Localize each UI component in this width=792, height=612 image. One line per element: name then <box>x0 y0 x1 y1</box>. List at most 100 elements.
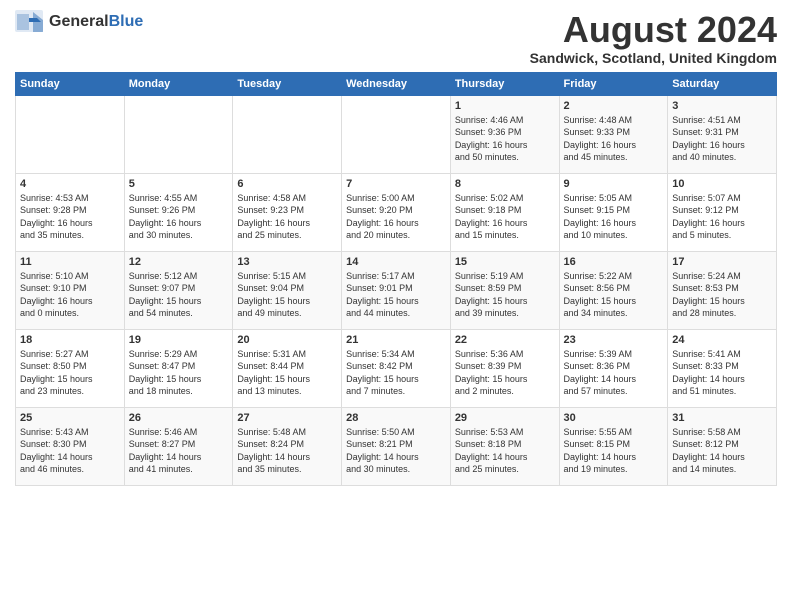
day-info: Sunrise: 5:46 AMSunset: 8:27 PMDaylight:… <box>129 426 229 476</box>
title-block: August 2024 Sandwick, Scotland, United K… <box>530 10 777 66</box>
day-number: 13 <box>237 256 337 268</box>
calendar-cell: 11 Sunrise: 5:10 AMSunset: 9:10 PMDayligh… <box>16 251 125 329</box>
month-title: August 2024 <box>530 10 777 50</box>
day-info: Sunrise: 4:46 AMSunset: 9:36 PMDaylight:… <box>455 114 555 164</box>
day-number: 31 <box>672 412 772 424</box>
calendar-cell: 1 Sunrise: 4:46 AMSunset: 9:36 PMDaylight… <box>450 95 559 173</box>
day-number: 25 <box>20 412 120 424</box>
week-row-3: 18 Sunrise: 5:27 AMSunset: 8:50 PMDayligh… <box>16 329 777 407</box>
calendar-cell: 26 Sunrise: 5:46 AMSunset: 8:27 PMDayligh… <box>124 407 233 485</box>
day-info: Sunrise: 4:53 AMSunset: 9:28 PMDaylight:… <box>20 192 120 242</box>
day-info: Sunrise: 5:12 AMSunset: 9:07 PMDaylight:… <box>129 270 229 320</box>
day-number: 15 <box>455 256 555 268</box>
day-info: Sunrise: 5:34 AMSunset: 8:42 PMDaylight:… <box>346 348 446 398</box>
day-info: Sunrise: 5:55 AMSunset: 8:15 PMDaylight:… <box>564 426 664 476</box>
col-wednesday: Wednesday <box>342 72 451 95</box>
day-number: 4 <box>20 178 120 190</box>
col-friday: Friday <box>559 72 668 95</box>
day-number: 20 <box>237 334 337 346</box>
day-number: 27 <box>237 412 337 424</box>
day-number: 18 <box>20 334 120 346</box>
day-info: Sunrise: 5:00 AMSunset: 9:20 PMDaylight:… <box>346 192 446 242</box>
week-row-1: 4 Sunrise: 4:53 AMSunset: 9:28 PMDaylight… <box>16 173 777 251</box>
day-number: 1 <box>455 100 555 112</box>
calendar-cell: 27 Sunrise: 5:48 AMSunset: 8:24 PMDayligh… <box>233 407 342 485</box>
calendar-cell: 10 Sunrise: 5:07 AMSunset: 9:12 PMDayligh… <box>668 173 777 251</box>
calendar-cell: 3Sunrise: 4:51 AMSunset: 9:31 PMDaylight… <box>668 95 777 173</box>
week-row-2: 11 Sunrise: 5:10 AMSunset: 9:10 PMDayligh… <box>16 251 777 329</box>
col-saturday: Saturday <box>668 72 777 95</box>
calendar-cell <box>124 95 233 173</box>
calendar-cell: 28 Sunrise: 5:50 AMSunset: 8:21 PMDayligh… <box>342 407 451 485</box>
calendar-cell: 8 Sunrise: 5:02 AMSunset: 9:18 PMDaylight… <box>450 173 559 251</box>
day-number: 10 <box>672 178 772 190</box>
calendar-cell: 19 Sunrise: 5:29 AMSunset: 8:47 PMDayligh… <box>124 329 233 407</box>
day-number: 19 <box>129 334 229 346</box>
week-row-0: 1 Sunrise: 4:46 AMSunset: 9:36 PMDaylight… <box>16 95 777 173</box>
day-info: Sunrise: 4:58 AMSunset: 9:23 PMDaylight:… <box>237 192 337 242</box>
calendar-cell <box>342 95 451 173</box>
day-info: Sunrise: 5:19 AMSunset: 8:59 PMDaylight:… <box>455 270 555 320</box>
calendar-cell: 25 Sunrise: 5:43 AMSunset: 8:30 PMDayligh… <box>16 407 125 485</box>
day-info: Sunrise: 5:29 AMSunset: 8:47 PMDaylight:… <box>129 348 229 398</box>
logo-icon <box>15 10 45 34</box>
day-info: Sunrise: 5:24 AMSunset: 8:53 PMDaylight:… <box>672 270 772 320</box>
calendar-cell: 12 Sunrise: 5:12 AMSunset: 9:07 PMDayligh… <box>124 251 233 329</box>
logo: General Blue <box>15 10 143 34</box>
day-number: 23 <box>564 334 664 346</box>
day-info: Sunrise: 5:58 AMSunset: 8:12 PMDaylight:… <box>672 426 772 476</box>
calendar-cell: 23 Sunrise: 5:39 AMSunset: 8:36 PMDayligh… <box>559 329 668 407</box>
day-number: 5 <box>129 178 229 190</box>
day-number: 12 <box>129 256 229 268</box>
day-info: Sunrise: 5:10 AMSunset: 9:10 PMDaylight:… <box>20 270 120 320</box>
calendar-cell <box>233 95 342 173</box>
calendar-cell: 30Sunrise: 5:55 AMSunset: 8:15 PMDayligh… <box>559 407 668 485</box>
day-number: 16 <box>564 256 664 268</box>
calendar-cell: 14 Sunrise: 5:17 AMSunset: 9:01 PMDayligh… <box>342 251 451 329</box>
day-info: Sunrise: 5:41 AMSunset: 8:33 PMDaylight:… <box>672 348 772 398</box>
calendar-cell: 18 Sunrise: 5:27 AMSunset: 8:50 PMDayligh… <box>16 329 125 407</box>
day-info: Sunrise: 5:36 AMSunset: 8:39 PMDaylight:… <box>455 348 555 398</box>
day-info: Sunrise: 5:39 AMSunset: 8:36 PMDaylight:… <box>564 348 664 398</box>
calendar-cell: 9 Sunrise: 5:05 AMSunset: 9:15 PMDaylight… <box>559 173 668 251</box>
calendar-cell: 29Sunrise: 5:53 AMSunset: 8:18 PMDayligh… <box>450 407 559 485</box>
day-info: Sunrise: 5:43 AMSunset: 8:30 PMDaylight:… <box>20 426 120 476</box>
calendar-cell: 17 Sunrise: 5:24 AMSunset: 8:53 PMDayligh… <box>668 251 777 329</box>
page-container: General Blue August 2024 Sandwick, Scotl… <box>0 0 792 494</box>
day-number: 8 <box>455 178 555 190</box>
day-info: Sunrise: 5:07 AMSunset: 9:12 PMDaylight:… <box>672 192 772 242</box>
col-monday: Monday <box>124 72 233 95</box>
day-number: 14 <box>346 256 446 268</box>
calendar-cell: 4 Sunrise: 4:53 AMSunset: 9:28 PMDaylight… <box>16 173 125 251</box>
col-sunday: Sunday <box>16 72 125 95</box>
calendar-cell: 5Sunrise: 4:55 AMSunset: 9:26 PMDaylight… <box>124 173 233 251</box>
day-info: Sunrise: 5:27 AMSunset: 8:50 PMDaylight:… <box>20 348 120 398</box>
calendar-table: Sunday Monday Tuesday Wednesday Thursday… <box>15 72 777 486</box>
day-info: Sunrise: 5:17 AMSunset: 9:01 PMDaylight:… <box>346 270 446 320</box>
calendar-cell: 21Sunrise: 5:34 AMSunset: 8:42 PMDayligh… <box>342 329 451 407</box>
col-thursday: Thursday <box>450 72 559 95</box>
header-row: Sunday Monday Tuesday Wednesday Thursday… <box>16 72 777 95</box>
day-number: 11 <box>20 256 120 268</box>
calendar-cell: 6Sunrise: 4:58 AMSunset: 9:23 PMDaylight… <box>233 173 342 251</box>
calendar-cell: 16 Sunrise: 5:22 AMSunset: 8:56 PMDayligh… <box>559 251 668 329</box>
day-info: Sunrise: 5:05 AMSunset: 9:15 PMDaylight:… <box>564 192 664 242</box>
day-number: 2 <box>564 100 664 112</box>
week-row-4: 25 Sunrise: 5:43 AMSunset: 8:30 PMDayligh… <box>16 407 777 485</box>
day-info: Sunrise: 4:48 AMSunset: 9:33 PMDaylight:… <box>564 114 664 164</box>
logo-text: General Blue <box>49 13 143 31</box>
calendar-cell: 2 Sunrise: 4:48 AMSunset: 9:33 PMDaylight… <box>559 95 668 173</box>
day-number: 9 <box>564 178 664 190</box>
calendar-cell: 22Sunrise: 5:36 AMSunset: 8:39 PMDayligh… <box>450 329 559 407</box>
day-number: 3 <box>672 100 772 112</box>
day-info: Sunrise: 5:50 AMSunset: 8:21 PMDaylight:… <box>346 426 446 476</box>
day-number: 26 <box>129 412 229 424</box>
day-info: Sunrise: 5:48 AMSunset: 8:24 PMDaylight:… <box>237 426 337 476</box>
day-info: Sunrise: 5:15 AMSunset: 9:04 PMDaylight:… <box>237 270 337 320</box>
day-number: 17 <box>672 256 772 268</box>
day-info: Sunrise: 5:22 AMSunset: 8:56 PMDaylight:… <box>564 270 664 320</box>
day-info: Sunrise: 5:02 AMSunset: 9:18 PMDaylight:… <box>455 192 555 242</box>
header: General Blue August 2024 Sandwick, Scotl… <box>15 10 777 66</box>
day-number: 28 <box>346 412 446 424</box>
calendar-cell: 24Sunrise: 5:41 AMSunset: 8:33 PMDayligh… <box>668 329 777 407</box>
